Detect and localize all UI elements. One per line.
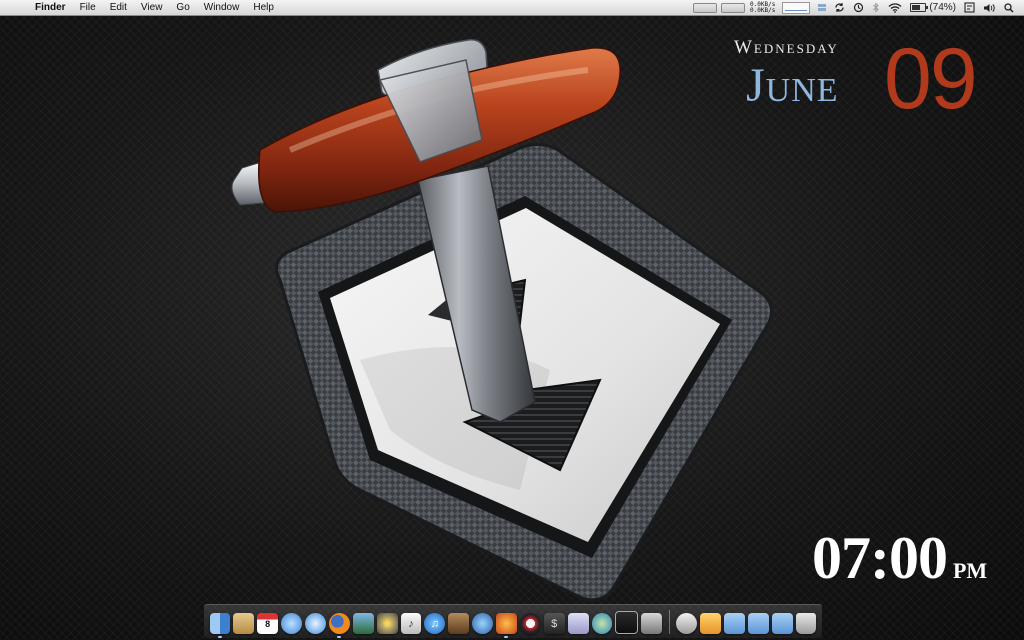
network-speed[interactable]: 0.0KB/s 0.0KB/s: [747, 1, 778, 14]
menu-extras: 0.0KB/s 0.0KB/s (74%): [691, 0, 1024, 15]
spotlight-icon[interactable]: [1000, 0, 1024, 15]
battery-status[interactable]: (74%): [906, 0, 960, 15]
day-number: 09: [884, 31, 978, 127]
sync-icon[interactable]: [830, 0, 849, 15]
clock-time: 07:00: [812, 525, 948, 591]
imovie-icon[interactable]: ★: [376, 613, 398, 634]
memory-meter-icon[interactable]: [721, 2, 746, 13]
ichat-icon[interactable]: [281, 613, 302, 634]
network-utility-icon[interactable]: [448, 613, 470, 634]
menu-help[interactable]: Help: [246, 0, 281, 15]
downloads-stack-icon[interactable]: [641, 613, 663, 634]
month-label: June: [746, 59, 839, 112]
volume-icon[interactable]: [979, 0, 1000, 15]
clock-widget: 07:00 PM: [812, 524, 987, 593]
menu-edit[interactable]: Edit: [103, 0, 134, 15]
bluetooth-icon[interactable]: [868, 0, 884, 15]
iphoto-icon[interactable]: [352, 613, 374, 634]
menu-view[interactable]: View: [134, 0, 170, 15]
menu-finder[interactable]: Finder: [28, 0, 73, 15]
time-machine-icon[interactable]: [849, 0, 868, 15]
activity-monitor-icon[interactable]: [591, 613, 613, 634]
menu-bar: Finder File Edit View Go Window Help 0.0…: [0, 0, 1024, 16]
input-menu-icon[interactable]: [960, 0, 979, 15]
menu-window[interactable]: Window: [197, 0, 247, 15]
garageband-icon[interactable]: ♫: [424, 613, 446, 634]
itunes-icon[interactable]: ♪: [400, 613, 422, 634]
battery-percent: (74%): [929, 2, 956, 13]
preview-icon[interactable]: [615, 611, 639, 634]
disk-bars-icon[interactable]: [818, 4, 827, 11]
menu-go[interactable]: Go: [169, 0, 196, 15]
dock-separator: [668, 610, 670, 634]
ical-icon[interactable]: 8: [257, 613, 279, 634]
safari-icon[interactable]: [305, 613, 326, 634]
menu-file[interactable]: File: [73, 0, 103, 15]
folder-blue-icon-2[interactable]: [747, 613, 769, 634]
weekday-label: Wednesday: [734, 37, 839, 58]
finder-icon[interactable]: [209, 613, 231, 638]
clock-ampm: PM: [952, 558, 988, 583]
documents-folder-icon[interactable]: [676, 613, 697, 634]
transmission-icon[interactable]: [496, 613, 517, 638]
wifi-icon[interactable]: [884, 0, 906, 15]
folder-blue-icon-3[interactable]: [771, 613, 793, 634]
battery-icon: [910, 3, 929, 12]
date-widget: Wednesday June 09: [716, 31, 1016, 127]
address-book-icon[interactable]: [233, 613, 255, 634]
network-graph-icon[interactable]: [782, 1, 811, 14]
folder-blue-icon[interactable]: [723, 613, 745, 634]
applications-folder-icon[interactable]: [700, 613, 721, 634]
firefox-icon[interactable]: [328, 613, 350, 638]
trash-icon[interactable]: [795, 613, 817, 634]
textedit-icon[interactable]: $: [543, 613, 565, 634]
dock: 8 ★ ♪ ♫ $: [204, 604, 822, 638]
system-prefs-icon[interactable]: [567, 613, 589, 634]
terminal-icon[interactable]: [519, 613, 541, 634]
cpu-meter-icon[interactable]: [693, 2, 718, 13]
blender-icon[interactable]: [472, 613, 493, 634]
net-down-label: 0.0KB/s: [750, 6, 776, 14]
